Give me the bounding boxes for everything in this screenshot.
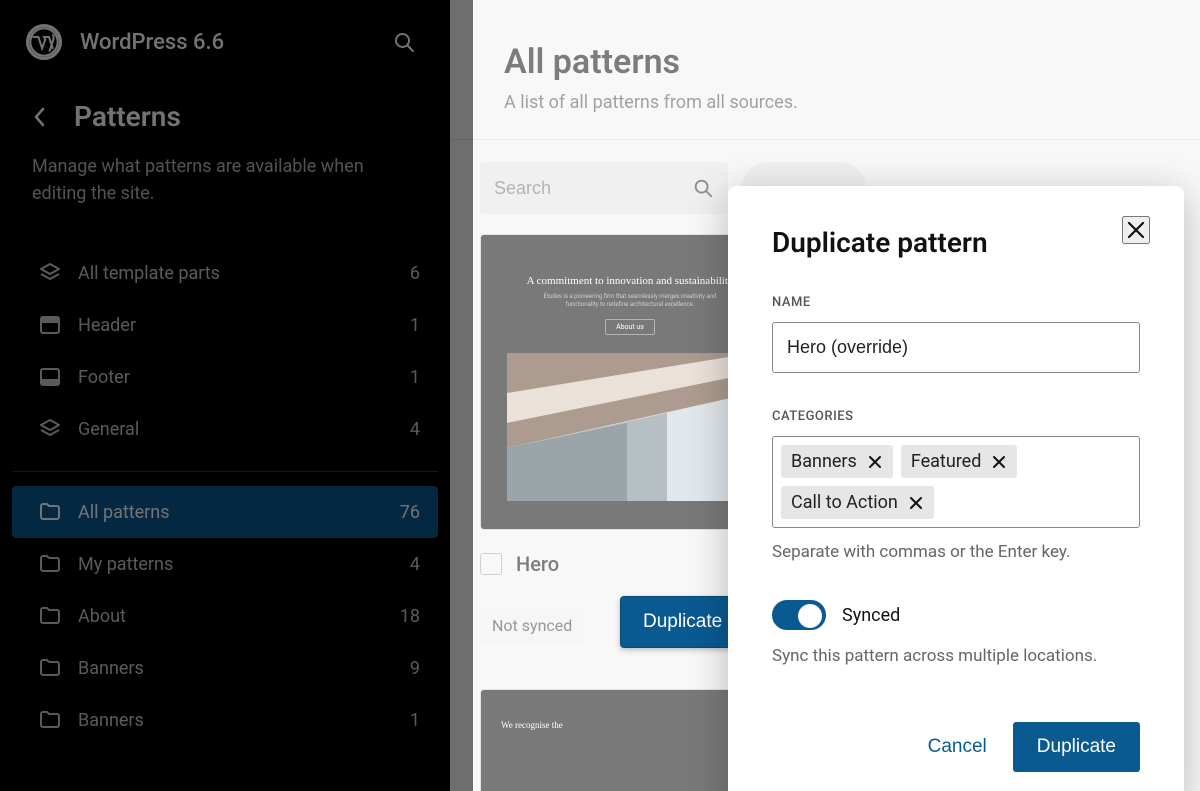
category-tag: Call to Action: [781, 486, 934, 519]
synced-helper-text: Sync this pattern across multiple locati…: [772, 646, 1140, 666]
tag-label: Call to Action: [791, 492, 898, 513]
name-field-label: NAME: [772, 295, 1140, 310]
modal-title: Duplicate pattern: [772, 226, 1140, 259]
cancel-button[interactable]: Cancel: [928, 736, 987, 758]
modal-scrim: [0, 0, 473, 791]
close-icon: [1124, 218, 1148, 242]
tag-label: Banners: [791, 451, 857, 472]
synced-toggle-row: Synced: [772, 600, 1140, 630]
remove-tag-button[interactable]: [908, 495, 924, 511]
duplicate-action-button[interactable]: Duplicate: [620, 596, 745, 648]
close-icon: [992, 455, 1006, 469]
remove-tag-button[interactable]: [867, 454, 883, 470]
duplicate-pattern-modal: Duplicate pattern NAME CATEGORIES Banner…: [728, 186, 1184, 791]
duplicate-button[interactable]: Duplicate: [1013, 722, 1140, 772]
close-icon: [868, 455, 882, 469]
close-icon: [909, 496, 923, 510]
remove-tag-button[interactable]: [991, 454, 1007, 470]
modal-actions: Cancel Duplicate: [772, 722, 1140, 772]
pattern-name-input[interactable]: [772, 322, 1140, 373]
categories-helper-text: Separate with commas or the Enter key.: [772, 542, 1140, 562]
close-button[interactable]: [1122, 216, 1150, 244]
category-tag: Featured: [901, 445, 1018, 478]
category-tag: Banners: [781, 445, 893, 478]
synced-toggle-label: Synced: [842, 605, 900, 626]
categories-input[interactable]: Banners Featured Call to Action: [772, 436, 1140, 528]
synced-toggle[interactable]: [772, 600, 826, 630]
categories-field-label: CATEGORIES: [772, 409, 1140, 424]
tag-label: Featured: [911, 451, 982, 472]
